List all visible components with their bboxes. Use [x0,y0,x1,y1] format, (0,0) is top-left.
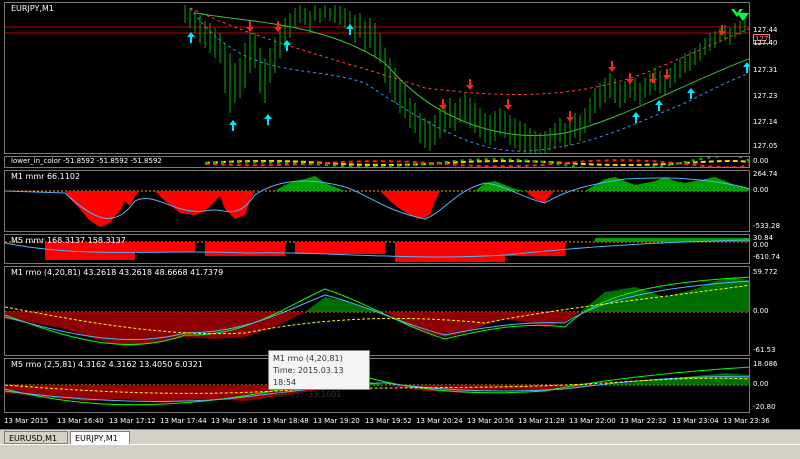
histogram-positive [305,297,385,312]
histogram-positive [585,177,749,191]
indicator-tick: 0.00 [753,157,769,165]
time-label: 13 Mar 18:16 [211,417,258,425]
m5-rmo-scale: 18.086 0.00 -20.80 [750,358,800,413]
main-chart-title: EURJPY,M1 [11,4,54,13]
m5-mmr-pane[interactable]: M5 mmr 168.3137 158.3137 [4,234,750,264]
histogram-negative [385,312,580,337]
indicator-tick: 264.74 [753,170,778,178]
histogram-positive [595,238,749,242]
tooltip-line-3: Value5: -33.1601 [273,390,342,399]
indicator-tick: -533.28 [753,222,781,230]
indicator-tick: 0.00 [753,241,769,249]
time-label: 13 Mar 23:04 [672,417,719,425]
time-label: 13 Mar 19:20 [313,417,360,425]
indicator-tick: -20.80 [753,403,776,411]
status-bar [0,444,800,459]
m1-rmo-canvas [5,276,749,347]
histogram-negative [205,242,285,256]
tab-eurjpy-m1[interactable]: EURJPY,M1 [70,431,130,444]
main-chart-canvas [5,5,749,153]
m1-mmr-title: M1 mmr 66.1102 [11,172,81,181]
histogram-positive [475,181,525,191]
lower-in-color-scale: 0.00 [750,156,800,168]
histogram-positive [275,176,345,191]
price-tick: 127.40 [753,39,778,47]
time-label: 13 Mar 16:40 [57,417,104,425]
price-tick: 127.23 [753,92,778,100]
m5-rmo-pane[interactable]: M5 rmo (2,5,81) 4.3162 4.3162 13.4050 6.… [4,358,750,413]
indicator-tick: 0.00 [753,186,769,194]
signal-icon [731,9,749,21]
indicator-tick: 59.772 [753,268,778,276]
indicator-tick: -610.74 [753,253,781,261]
histogram-negative [295,242,385,254]
time-label: 13 Mar 21:28 [518,417,565,425]
histogram-positive [580,277,749,312]
indicator-tick: 0.00 [753,380,769,388]
tooltip-line-1: M1 rmo (4,20,81) [273,354,343,363]
sell-arrows [246,21,726,122]
tab-eurusd-m1[interactable]: EURUSD,M1 [4,431,68,444]
time-label: 13 Mar 2015 [4,417,49,425]
time-label: 13 Mar 22:00 [569,417,616,425]
time-axis: 13 Mar 2015 13 Mar 16:40 13 Mar 17:12 13… [0,413,800,429]
indicator-tick: -61.53 [753,346,776,354]
price-tick: 127.31 [753,66,778,74]
lower-in-color-title: lower_in_color -51.8592 -51.8592 -51.859… [11,157,162,165]
lower-in-color-pane[interactable]: lower_in_color -51.8592 -51.8592 -51.859… [4,156,750,168]
time-label: 13 Mar 17:44 [160,417,207,425]
m5-mmr-title: M5 mmr 168.3137 158.3137 [11,236,126,245]
histogram-negative [525,191,555,203]
time-label: 13 Mar 18:48 [262,417,309,425]
time-label: 13 Mar 22:32 [620,417,667,425]
time-label: 13 Mar 20:24 [416,417,463,425]
time-label: 13 Mar 20:56 [467,417,514,425]
main-chart-pane[interactable]: EURJPY,M1 [4,2,750,154]
indicator-tick: 18.086 [753,360,778,368]
histogram-negative [395,242,505,262]
histogram-negative [135,242,195,252]
m1-rmo-title: M1 rmo (4,20,81) 43.2618 43.2618 48.6668… [11,268,224,277]
histogram-negative [5,312,305,347]
m1-mmr-scale: 264.74 0.00 -533.28 [750,170,800,232]
price-tick: 127.44 [753,26,778,34]
m5-mmr-scale: 30.84 0.00 -610.74 [750,234,800,264]
time-label: 13 Mar 23:36 [723,417,770,425]
price-tick: 127.14 [753,118,778,126]
m5-rmo-title: M5 rmo (2,5,81) 4.3162 4.3162 13.4050 6.… [11,360,203,369]
price-tick: 127.05 [753,142,778,150]
time-label: 13 Mar 19:52 [365,417,412,425]
chart-tab-bar: EURUSD,M1 EURJPY,M1 [0,429,800,445]
time-label: 13 Mar 17:12 [109,417,156,425]
tooltip-line-2: Time: 2015.03.13 18:54 [273,366,344,387]
m1-rmo-pane[interactable]: M1 rmo (4,20,81) 43.2618 43.2618 48.6668… [4,266,750,356]
m1-rmo-scale: 59.772 0.00 -61.53 [750,266,800,356]
indicator-tick: 0.00 [753,307,769,315]
data-tooltip: M1 rmo (4,20,81) Time: 2015.03.13 18:54 … [268,350,370,399]
m1-mmr-canvas [5,176,749,227]
main-price-scale: 127.44 127 127.40 127.31 127.23 127.14 1… [750,2,800,154]
m1-mmr-pane[interactable]: M1 mmr 66.1102 [4,170,750,232]
